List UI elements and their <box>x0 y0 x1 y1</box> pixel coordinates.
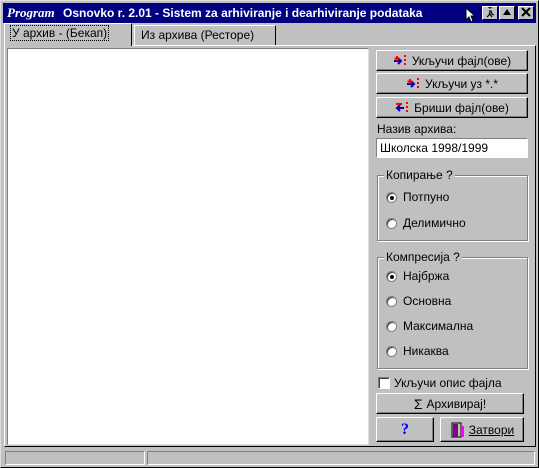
help-question-icon: ? <box>401 420 409 438</box>
archive-button[interactable]: Σ Архивирај! <box>376 393 524 414</box>
running-man-icon <box>486 5 495 18</box>
compression-basic-radio[interactable] <box>386 296 397 307</box>
include-description-checkbox[interactable] <box>378 377 390 389</box>
tab-restore[interactable]: Из архива (Ресторе) <box>134 25 276 45</box>
include-with-button[interactable]: Укључи уз *.* <box>376 73 528 94</box>
copy-full-label[interactable]: Потпуно <box>403 190 449 204</box>
include-files-button[interactable]: Укључи фајл(ове) <box>376 50 528 71</box>
maximize-button[interactable] <box>499 6 515 20</box>
compression-fastest-label[interactable]: Најбржа <box>403 269 449 283</box>
include-with-icon <box>406 77 419 90</box>
context-help-button[interactable] <box>482 5 498 20</box>
archive-name-label: Назив архива: <box>377 122 457 136</box>
close-window-button[interactable] <box>518 6 534 20</box>
copy-full-radio[interactable] <box>386 192 397 203</box>
window-title: Osnovko r. 2.01 - Sistem za arhiviranje … <box>63 6 423 20</box>
delete-files-icon <box>395 101 409 114</box>
title-bar[interactable]: Program Osnovko r. 2.01 - Sistem za arhi… <box>3 3 536 23</box>
title-program-label: Program <box>7 5 55 20</box>
main-window: Program Osnovko r. 2.01 - Sistem za arhi… <box>0 0 539 468</box>
copy-partial-label[interactable]: Делимично <box>403 216 466 230</box>
compression-maximal-label[interactable]: Максимална <box>403 319 473 333</box>
compression-legend: Компресија ? <box>384 250 462 264</box>
status-bar-left <box>5 451 145 465</box>
archive-name-input[interactable]: Школска 1998/1999 <box>376 138 528 158</box>
file-list[interactable] <box>7 48 369 445</box>
delete-files-button[interactable]: Бриши фајл(ове) <box>376 97 528 118</box>
door-exit-icon <box>451 422 464 437</box>
compression-maximal-radio[interactable] <box>386 321 397 332</box>
copy-legend: Копирање ? <box>384 168 455 182</box>
triangle-up-icon <box>503 9 511 15</box>
tab-restore-label: Из архива (Ресторе) <box>141 28 255 42</box>
copy-groupbox <box>377 175 528 241</box>
close-button[interactable]: Затвори <box>440 417 524 442</box>
mouse-cursor-icon <box>465 7 477 23</box>
compression-basic-label[interactable]: Основна <box>403 294 451 308</box>
tab-backup-label: У архив - (Бекап) <box>9 25 110 41</box>
status-bar-right <box>147 451 535 465</box>
close-icon <box>521 7 531 17</box>
compression-none-label[interactable]: Никаква <box>403 344 449 358</box>
delete-files-label: Бриши фајл(ове) <box>414 100 509 115</box>
close-button-label: Затвори <box>468 422 515 437</box>
include-with-label: Укључи уз *.* <box>424 76 498 91</box>
tab-backup[interactable]: У архив - (Бекап) <box>4 23 132 46</box>
include-files-label: Укључи фајл(ове) <box>411 53 512 68</box>
archive-button-label: Архивирај! <box>426 396 487 411</box>
include-files-icon <box>393 54 406 67</box>
compression-fastest-radio[interactable] <box>386 271 397 282</box>
compression-none-radio[interactable] <box>386 346 397 357</box>
help-button[interactable]: ? <box>376 417 434 442</box>
compression-groupbox <box>377 257 528 369</box>
sigma-icon: Σ <box>413 395 423 412</box>
include-description-label[interactable]: Укључи опис фајла <box>394 376 502 390</box>
copy-partial-radio[interactable] <box>386 218 397 229</box>
